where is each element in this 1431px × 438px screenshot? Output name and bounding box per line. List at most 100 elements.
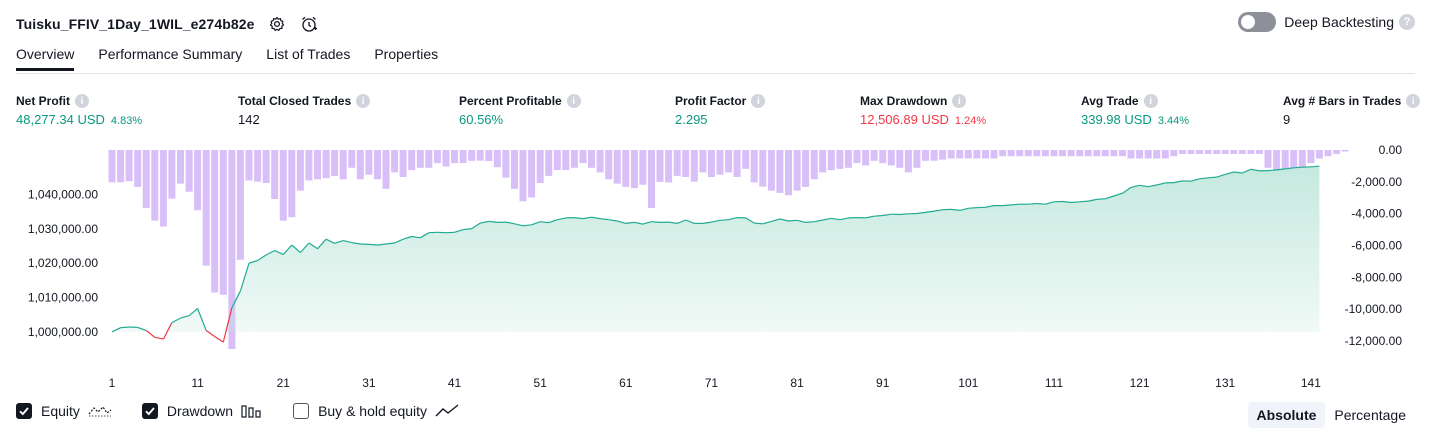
metric-percent-profitable: Percent Profitable i 60.56% (459, 94, 581, 127)
drawdown-bar (1170, 150, 1178, 157)
drawdown-toggle[interactable]: Drawdown (141, 403, 263, 419)
equity-segment (1268, 169, 1277, 172)
drawdown-bar (862, 150, 870, 166)
drawdown-bar (485, 150, 493, 161)
info-icon[interactable]: i (75, 94, 89, 108)
drawdown-bar (125, 150, 133, 182)
drawdown-bar (1307, 150, 1315, 164)
buy-hold-line-icon (435, 404, 459, 418)
drawdown-bar (1144, 150, 1152, 159)
drawdown-bar (973, 150, 981, 159)
metric-net-profit: Net Profit i 48,277.34 USD 4.83% (16, 94, 142, 127)
drawdown-bar (528, 150, 536, 198)
drawdown-bar (1016, 150, 1024, 157)
info-icon[interactable]: i (1143, 94, 1158, 108)
drawdown-bar (202, 150, 210, 266)
drawdown-bar (639, 150, 647, 185)
drawdown-bar (1221, 150, 1229, 154)
drawdown-bar (236, 150, 244, 260)
deep-backtesting: Deep Backtesting ? (1238, 12, 1415, 32)
percentage-button[interactable]: Percentage (1325, 402, 1415, 428)
drawdown-bar (673, 150, 681, 176)
x-tick-label: 101 (958, 376, 978, 390)
drawdown-bar (365, 150, 373, 175)
info-icon[interactable]: i (952, 94, 967, 108)
metric-label: Percent Profitable (459, 94, 562, 108)
right-axis: 0.00 -2,000.00 -4,000.00 -6,000.00 -8,000.00… (1345, 143, 1403, 348)
drawdown-checkbox[interactable] (141, 403, 158, 419)
drawdown-bar (802, 150, 810, 187)
equity-label: Equity (41, 403, 80, 419)
drawdown-bar (1110, 150, 1118, 157)
alert-clock-icon[interactable] (299, 14, 319, 34)
drawdown-bar (682, 150, 690, 177)
equity-segment (968, 207, 977, 209)
tab-overview[interactable]: Overview (16, 46, 75, 71)
drawdown-bar (1076, 150, 1084, 157)
info-icon[interactable]: i (566, 94, 581, 108)
drawdown-bar (1084, 150, 1092, 157)
equity-toggle[interactable]: Equity (16, 403, 112, 419)
x-tick-label: 21 (277, 376, 291, 390)
deep-backtesting-toggle[interactable] (1238, 12, 1277, 32)
metric-value: 142 (238, 112, 260, 127)
drawdown-bar (1067, 150, 1075, 157)
help-icon[interactable]: ? (1399, 14, 1415, 30)
drawdown-bar (699, 150, 707, 173)
tab-performance-summary[interactable]: Performance Summary (98, 46, 242, 71)
drawdown-bar (408, 150, 416, 171)
drawdown-bar (1256, 150, 1263, 154)
drawdown-bar (536, 150, 544, 183)
equity-segment (788, 219, 798, 222)
drawdown-bar (913, 150, 921, 168)
buy-hold-toggle[interactable]: Buy & hold equity (293, 403, 459, 419)
equity-segment (1079, 200, 1089, 203)
toggle-knob (1241, 15, 1256, 29)
left-axis: 1,000,000.00 1,010,000.00 1,020,000.00 1,03… (28, 188, 98, 339)
x-tick-label: 11 (191, 376, 204, 390)
gear-icon[interactable] (267, 14, 287, 34)
absolute-button[interactable]: Absolute (1247, 402, 1326, 428)
equity-segment (719, 219, 729, 221)
equity-checkbox[interactable] (16, 403, 32, 419)
metric-label: Avg # Bars in Trades (1283, 94, 1402, 108)
drawdown-bar (211, 150, 219, 293)
equity-drawdown-chart[interactable]: 1,000,000.00 1,010,000.00 1,020,000.00 1,03… (0, 140, 1431, 395)
drawdown-bar (442, 150, 450, 167)
drawdown-bar (399, 150, 407, 177)
equity-segment (805, 221, 815, 223)
drawdown-bar (262, 150, 270, 183)
equity-segment (651, 221, 661, 223)
drawdown-bar (1298, 150, 1306, 168)
drawdown-bar (288, 150, 296, 218)
drawdown-bar (356, 150, 364, 180)
metric-label: Net Profit (16, 94, 70, 108)
drawdown-bar (1264, 150, 1272, 168)
drawdown-bar (245, 150, 253, 181)
info-icon[interactable]: i (356, 94, 371, 108)
drawdown-bar (553, 150, 561, 171)
drawdown-bar (725, 150, 733, 173)
tab-properties[interactable]: Properties (374, 46, 438, 71)
metric-avg-trade: Avg Trade i 339.98 USD 3.44% (1081, 94, 1189, 127)
drawdown-bar (887, 150, 895, 166)
strategy-header: Tuisku_FFIV_1Day_1WIL_e274b82e (16, 10, 319, 38)
drawdown-bar (648, 150, 655, 208)
drawdown-bar (1230, 150, 1238, 154)
drawdown-bar (810, 150, 818, 180)
chart-legend: Equity Drawdown Buy & hold equity (16, 403, 489, 419)
tab-list-of-trades[interactable]: List of Trades (266, 46, 350, 71)
x-tick-label: 41 (448, 376, 462, 390)
info-icon[interactable]: i (1406, 94, 1421, 108)
metric-value: 2.295 (675, 112, 708, 127)
drawdown-bar (168, 150, 176, 199)
drawdown-bar (108, 150, 116, 183)
equity-segment (874, 214, 883, 217)
drawdown-bar (947, 150, 955, 159)
drawdown-bar (1024, 150, 1032, 157)
info-icon[interactable]: i (751, 94, 766, 108)
drawdown-bar (305, 150, 313, 181)
drawdown-bar (545, 150, 553, 176)
equity-segment (1208, 176, 1217, 179)
buy-hold-checkbox[interactable] (293, 403, 310, 419)
